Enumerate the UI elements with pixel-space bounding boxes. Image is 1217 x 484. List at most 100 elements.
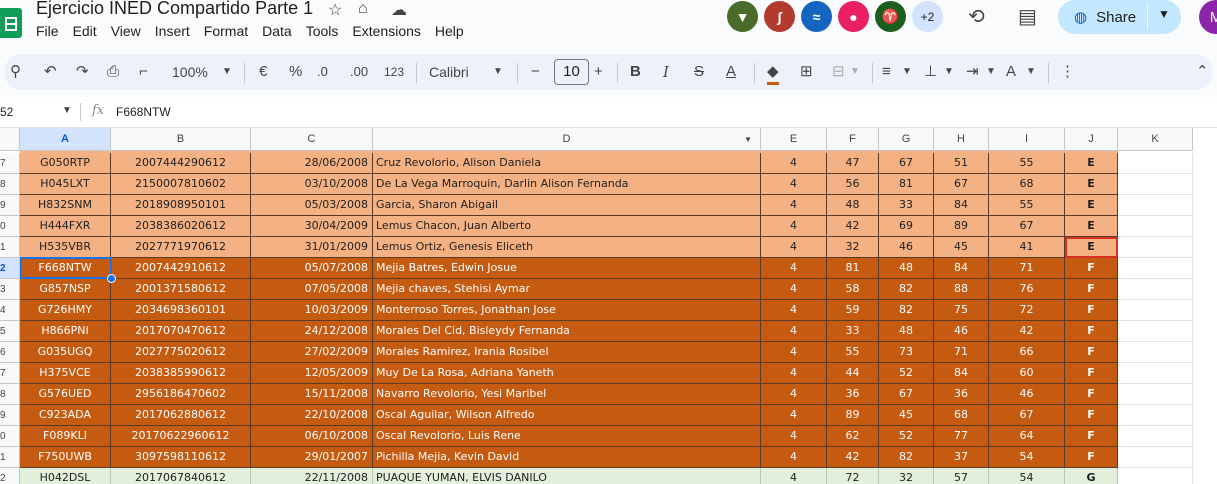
cell-d[interactable]: Mejia Batres, Edwin Josue bbox=[373, 258, 761, 279]
ibex-avatar-icon[interactable]: ♈ bbox=[875, 1, 906, 32]
bold-icon[interactable]: B bbox=[630, 62, 641, 82]
cell-f[interactable]: 89 bbox=[827, 405, 879, 426]
cell-f[interactable]: 55 bbox=[827, 342, 879, 363]
cell-j[interactable]: E bbox=[1065, 195, 1118, 216]
cell-f[interactable]: 36 bbox=[827, 384, 879, 405]
cell-c[interactable]: 22/11/2008 bbox=[251, 468, 373, 484]
column-header-c[interactable]: C bbox=[251, 128, 373, 151]
cell-f[interactable]: 58 bbox=[827, 279, 879, 300]
cell-a[interactable]: G857NSP bbox=[20, 279, 111, 300]
cell-k[interactable] bbox=[1118, 216, 1193, 237]
cell-e[interactable]: 4 bbox=[761, 468, 827, 484]
column-header-b[interactable]: B bbox=[111, 128, 251, 151]
text-rotation-icon[interactable]: A bbox=[1006, 62, 1016, 82]
document-title[interactable]: Ejercicio INED Compartido Parte 1 bbox=[36, 0, 313, 19]
cell-i[interactable]: 76 bbox=[989, 279, 1065, 300]
zoom-select[interactable]: 100% bbox=[172, 62, 208, 82]
cell-a[interactable]: H866PNI bbox=[20, 321, 111, 342]
cell-d[interactable]: Pichilla Mejia, Kevin David bbox=[373, 447, 761, 468]
cell-h[interactable]: 89 bbox=[934, 216, 989, 237]
comments-icon[interactable]: ▤ bbox=[1018, 4, 1037, 29]
cell-k[interactable] bbox=[1118, 258, 1193, 279]
cell-e[interactable]: 4 bbox=[761, 195, 827, 216]
decrease-font-size-icon[interactable]: − bbox=[531, 62, 540, 82]
cell-b[interactable]: 2150007810602 bbox=[111, 174, 251, 195]
fill-color-icon[interactable]: ◆ bbox=[767, 62, 779, 85]
cell-b[interactable]: 2007442910612 bbox=[111, 258, 251, 279]
cell-i[interactable]: 42 bbox=[989, 321, 1065, 342]
cell-b[interactable]: 2007444290612 bbox=[111, 153, 251, 174]
menu-edit[interactable]: Edit bbox=[73, 23, 105, 39]
cell-c[interactable]: 03/10/2008 bbox=[251, 174, 373, 195]
cell-b[interactable]: 2017067840612 bbox=[111, 468, 251, 484]
cell-e[interactable]: 4 bbox=[761, 258, 827, 279]
cell-f[interactable]: 44 bbox=[827, 363, 879, 384]
column-header-d[interactable]: D ▼ bbox=[373, 128, 761, 151]
font-dropdown-icon[interactable]: ▼ bbox=[493, 62, 503, 82]
cell-b[interactable]: 2038385990612 bbox=[111, 363, 251, 384]
cell-h[interactable]: 84 bbox=[934, 195, 989, 216]
row-header[interactable]: 3 bbox=[0, 279, 20, 300]
row-header[interactable]: 0 bbox=[0, 216, 20, 237]
cell-c[interactable]: 05/07/2008 bbox=[251, 258, 373, 279]
cell-d[interactable]: PUAQUE YUMAN, ELVIS DANILO bbox=[373, 468, 761, 484]
name-box[interactable]: 52 bbox=[0, 105, 13, 119]
row-header[interactable]: 7 bbox=[0, 363, 20, 384]
cell-b[interactable]: 2038386020612 bbox=[111, 216, 251, 237]
font-family-select[interactable]: Calibri bbox=[429, 62, 469, 82]
cell-h[interactable]: 57 bbox=[934, 468, 989, 484]
cell-a[interactable]: G576UED bbox=[20, 384, 111, 405]
cell-a[interactable]: H535VBR bbox=[20, 237, 111, 258]
cell-b[interactable]: 2027771970612 bbox=[111, 237, 251, 258]
cell-c[interactable]: 12/05/2009 bbox=[251, 363, 373, 384]
cell-j[interactable]: F bbox=[1065, 447, 1118, 468]
cell-d[interactable]: Monterroso Torres, Jonathan Jose bbox=[373, 300, 761, 321]
wrap-dropdown-icon[interactable]: ▼ bbox=[986, 62, 996, 82]
cell-d[interactable]: Morales Del Cid, Bisleydy Fernanda bbox=[373, 321, 761, 342]
cell-e[interactable]: 4 bbox=[761, 405, 827, 426]
collapse-menus-icon[interactable]: ⌃ bbox=[1196, 62, 1209, 82]
cell-a[interactable]: H045LXT bbox=[20, 174, 111, 195]
cell-e[interactable]: 4 bbox=[761, 237, 827, 258]
more-options-icon[interactable]: ⋮ bbox=[1060, 62, 1075, 82]
cell-g[interactable]: 82 bbox=[879, 447, 934, 468]
cell-k[interactable] bbox=[1118, 384, 1193, 405]
row-header[interactable]: 8 bbox=[0, 174, 20, 195]
cell-f[interactable]: 62 bbox=[827, 426, 879, 447]
cell-e[interactable]: 4 bbox=[761, 153, 827, 174]
cell-c[interactable]: 05/03/2008 bbox=[251, 195, 373, 216]
column-header-k[interactable]: K bbox=[1118, 128, 1193, 151]
column-header-h[interactable]: H bbox=[934, 128, 989, 151]
cell-g[interactable]: 48 bbox=[879, 258, 934, 279]
cell-a[interactable]: H375VCE bbox=[20, 363, 111, 384]
cell-i[interactable]: 71 bbox=[989, 258, 1065, 279]
row-header[interactable]: 5 bbox=[0, 321, 20, 342]
star-icon[interactable]: ☆ bbox=[328, 0, 342, 20]
cell-d[interactable]: De La Vega Marroquin, Darlin Alison Fern… bbox=[373, 174, 761, 195]
more-collaborators-badge[interactable]: +2 bbox=[912, 1, 943, 32]
column-header-f[interactable]: F bbox=[827, 128, 879, 151]
menu-format[interactable]: Format bbox=[204, 23, 256, 39]
cell-e[interactable]: 4 bbox=[761, 174, 827, 195]
cell-c[interactable]: 10/03/2009 bbox=[251, 300, 373, 321]
strikethrough-icon[interactable]: S bbox=[694, 62, 704, 82]
cell-j[interactable]: F bbox=[1065, 384, 1118, 405]
decrease-decimal-button[interactable]: .0 bbox=[317, 62, 328, 82]
row-header[interactable]: 7 bbox=[0, 153, 20, 174]
increase-decimal-button[interactable]: .00 bbox=[350, 62, 368, 82]
row-header[interactable]: 8 bbox=[0, 384, 20, 405]
print-icon[interactable]: ⎙ bbox=[107, 62, 119, 82]
select-all-corner[interactable] bbox=[0, 128, 20, 151]
cell-d[interactable]: Mejia chaves, Stehisi Aymar bbox=[373, 279, 761, 300]
cell-c[interactable]: 30/04/2009 bbox=[251, 216, 373, 237]
cell-i[interactable]: 54 bbox=[989, 468, 1065, 484]
menu-data[interactable]: Data bbox=[262, 23, 300, 39]
menu-insert[interactable]: Insert bbox=[155, 23, 198, 39]
cell-h[interactable]: 84 bbox=[934, 258, 989, 279]
cell-f[interactable]: 32 bbox=[827, 237, 879, 258]
formula-input[interactable]: F668NTW bbox=[116, 105, 171, 119]
cell-b[interactable]: 2034698360101 bbox=[111, 300, 251, 321]
cell-j[interactable]: E bbox=[1065, 174, 1118, 195]
cell-j[interactable]: F bbox=[1065, 405, 1118, 426]
cell-e[interactable]: 4 bbox=[761, 279, 827, 300]
